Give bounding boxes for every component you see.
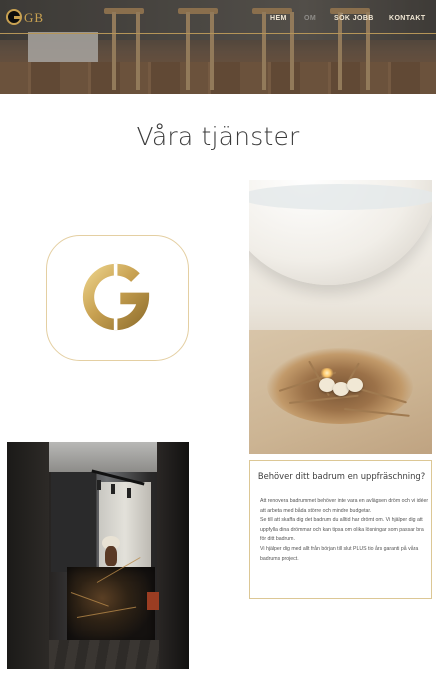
nav-link-kontakt[interactable]: KONTAKT <box>389 15 426 22</box>
hero-banner: GB HEM OM SÖK JOBB KONTAKT <box>0 0 436 94</box>
service-card-paragraph: Se till att skaffa dig det badrum du all… <box>260 517 424 543</box>
main-navigation: GB HEM OM SÖK JOBB KONTAKT <box>0 0 436 34</box>
photo-pillar <box>157 442 189 669</box>
service-card: Behöver ditt badrum en uppfräschning? At… <box>249 460 432 599</box>
service-card-paragraph: Vi hjälper dig med allt från början till… <box>260 545 419 562</box>
nav-link-sok-jobb[interactable]: SÖK JOBB <box>334 15 374 22</box>
page-title: Våra tjänster <box>136 122 300 151</box>
brand-logo[interactable]: GB <box>6 6 46 28</box>
photo-spotlight <box>97 480 101 490</box>
photo-bathtub-rim <box>249 184 432 210</box>
photo-ceiling <box>49 442 157 472</box>
photo-candle-glow <box>320 368 334 378</box>
photo-spotlight <box>127 488 131 498</box>
service-card-paragraph: Att renovera badrummet behöver inte vara… <box>260 498 429 514</box>
g-monogram-icon <box>6 9 22 25</box>
photo-chair <box>147 592 159 610</box>
nav-link-hem[interactable]: HEM <box>270 15 287 22</box>
service-card-heading: Behöver ditt badrum en uppfräschning? <box>257 471 426 481</box>
nav-link-om[interactable]: OM <box>304 15 316 22</box>
service-card-body: Att renovera badrummet behöver inte vara… <box>260 497 430 564</box>
photo-cabinet <box>51 472 97 572</box>
photo-candle <box>347 378 363 392</box>
photo-spotlight <box>111 484 115 494</box>
kitchen-interior-photo <box>7 442 189 669</box>
photo-pillar <box>7 442 49 669</box>
photo-marble-island <box>67 567 155 645</box>
brand-logo-card <box>46 235 189 361</box>
bathtub-photo <box>249 180 432 454</box>
brand-logo-text: GB <box>24 10 45 25</box>
photo-floor <box>49 640 159 669</box>
photo-vase <box>105 546 117 566</box>
g-monogram-icon <box>82 263 150 331</box>
